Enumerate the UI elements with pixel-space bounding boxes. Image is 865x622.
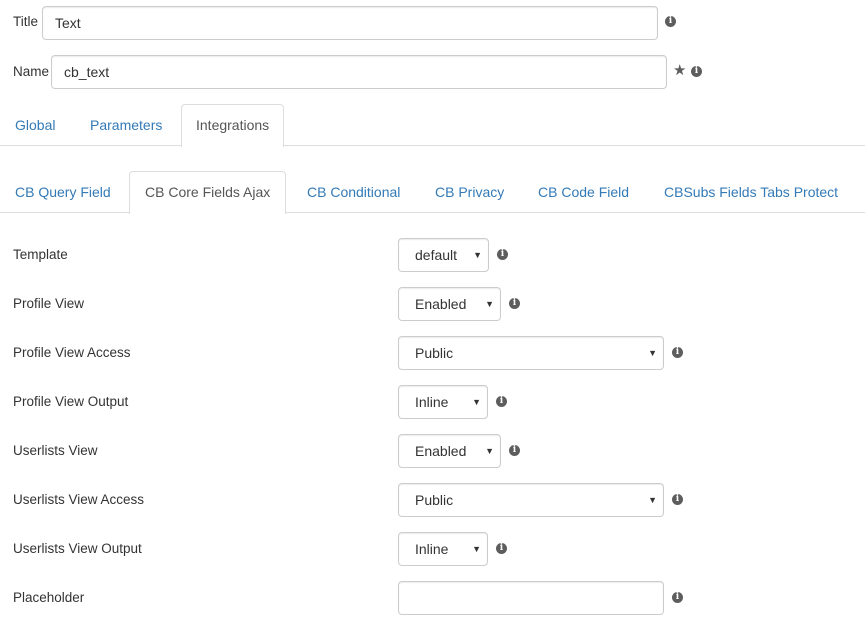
title-label: Title <box>13 14 39 29</box>
caret-down-icon: ▼ <box>648 495 657 505</box>
profile-view-info-icon[interactable]: i <box>509 298 520 309</box>
tab-cb-query-field[interactable]: CB Query Field <box>0 171 126 213</box>
template-label: Template <box>13 247 68 262</box>
userlists-view-select[interactable]: Enabled ▼ <box>398 434 501 468</box>
title-info-icon[interactable]: i <box>665 16 676 27</box>
star-icon: ★ <box>673 62 687 79</box>
tab-integrations[interactable]: Integrations <box>181 104 285 147</box>
userlists-view-output-select[interactable]: Inline ▼ <box>398 532 488 566</box>
tab-cb-code-field[interactable]: CB Code Field <box>523 171 644 213</box>
profile-view-access-info-icon[interactable]: i <box>672 347 683 358</box>
template-info-icon[interactable]: i <box>497 249 508 260</box>
userlists-view-select-value: Enabled <box>415 443 467 459</box>
name-info-icon[interactable]: i <box>691 66 702 77</box>
userlists-view-output-select-value: Inline <box>415 541 449 557</box>
tab-cb-core-fields-ajax[interactable]: CB Core Fields Ajax <box>129 171 287 214</box>
main-tab-bar: Global Parameters Integrations <box>0 104 865 147</box>
caret-down-icon: ▼ <box>485 446 494 456</box>
profile-view-output-select-value: Inline <box>415 394 449 410</box>
userlists-view-label: Userlists View <box>13 443 98 458</box>
profile-view-select-value: Enabled <box>415 296 467 312</box>
caret-down-icon: ▼ <box>472 544 481 554</box>
caret-down-icon: ▼ <box>472 397 481 407</box>
tab-cbsubs-fields-tabs-protect[interactable]: CBSubs Fields Tabs Protect <box>649 171 853 213</box>
userlists-view-access-select[interactable]: Public ▼ <box>398 483 664 517</box>
placeholder-input[interactable] <box>398 581 664 615</box>
userlists-view-access-info-icon[interactable]: i <box>672 494 683 505</box>
name-input[interactable] <box>51 55 667 89</box>
caret-down-icon: ▼ <box>648 348 657 358</box>
placeholder-label: Placeholder <box>13 590 85 605</box>
caret-down-icon: ▼ <box>473 250 482 260</box>
profile-view-select[interactable]: Enabled ▼ <box>398 287 501 321</box>
profile-view-output-info-icon[interactable]: i <box>496 396 507 407</box>
template-select-value: default <box>415 247 458 263</box>
userlists-view-output-info-icon[interactable]: i <box>496 543 507 554</box>
userlists-view-access-label: Userlists View Access <box>13 492 145 507</box>
caret-down-icon: ▼ <box>485 299 494 309</box>
profile-view-label: Profile View <box>13 296 85 311</box>
userlists-view-info-icon[interactable]: i <box>509 445 520 456</box>
profile-view-output-select[interactable]: Inline ▼ <box>398 385 488 419</box>
profile-view-access-label: Profile View Access <box>13 345 131 360</box>
tab-parameters[interactable]: Parameters <box>75 104 177 146</box>
placeholder-info-icon[interactable]: i <box>672 592 683 603</box>
tab-cb-conditional[interactable]: CB Conditional <box>292 171 415 213</box>
name-label: Name <box>13 64 50 79</box>
userlists-view-access-select-value: Public <box>415 492 454 508</box>
tab-cb-privacy[interactable]: CB Privacy <box>420 171 519 213</box>
userlists-view-output-label: Userlists View Output <box>13 541 142 556</box>
title-input[interactable] <box>42 6 658 40</box>
profile-view-access-select[interactable]: Public ▼ <box>398 336 664 370</box>
template-select[interactable]: default ▼ <box>398 238 489 272</box>
tab-global[interactable]: Global <box>0 104 70 146</box>
profile-view-access-select-value: Public <box>415 345 454 361</box>
integration-tab-bar: CB Query Field CB Core Fields Ajax CB Co… <box>0 171 865 214</box>
profile-view-output-label: Profile View Output <box>13 394 129 409</box>
